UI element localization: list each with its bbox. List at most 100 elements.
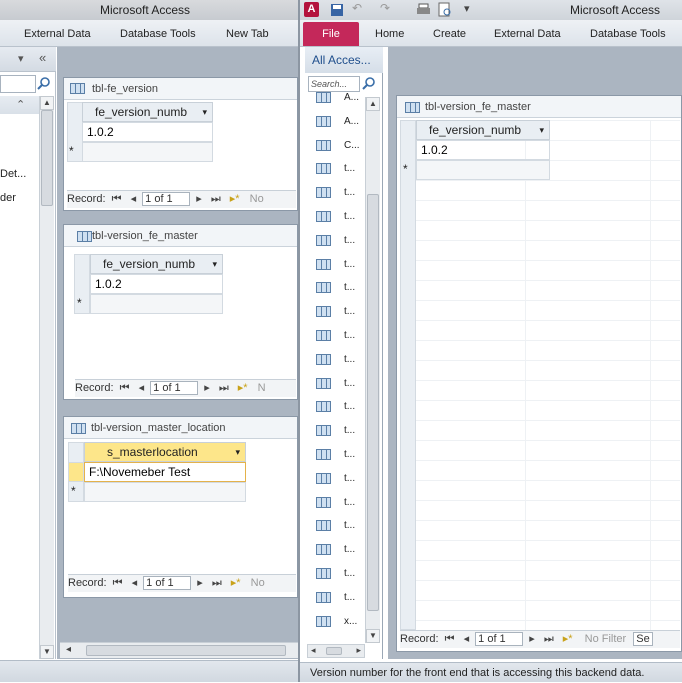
nav-pane-header[interactable]: All Acces...: [305, 47, 383, 73]
nav-object-item[interactable]: t...: [316, 445, 366, 465]
nav-object-item[interactable]: t...: [316, 255, 366, 275]
filter-status[interactable]: No: [251, 577, 265, 589]
first-record-icon[interactable]: ⏮: [445, 633, 455, 645]
tab-database-tools[interactable]: Database Tools: [590, 28, 666, 40]
file-tab-button[interactable]: File: [303, 22, 359, 46]
prev-record-icon[interactable]: ◂: [132, 577, 138, 589]
left-nav-section-header[interactable]: ⌃: [0, 96, 39, 114]
nav-object-item[interactable]: t...: [316, 326, 366, 346]
nav-object-item[interactable]: t...: [316, 183, 366, 203]
row-selector-column[interactable]: [400, 120, 416, 630]
new-record-button[interactable]: ▸*: [563, 633, 573, 645]
next-record-icon[interactable]: ▸: [197, 577, 203, 589]
first-record-icon[interactable]: ⏮: [120, 382, 130, 394]
scroll-down-button[interactable]: ▼: [40, 645, 54, 659]
column-header[interactable]: fe_version_numb ▾: [90, 254, 223, 274]
left-nav-scrollbar[interactable]: ▲ ▼: [39, 96, 54, 659]
nav-pane-horizontal-scrollbar[interactable]: ◂ ▸: [307, 644, 365, 658]
tab-create[interactable]: Create: [433, 28, 466, 40]
dropdown-icon[interactable]: ▾: [539, 121, 544, 140]
customize-toolbar-icon[interactable]: ▾: [464, 2, 470, 15]
chevron-up-icon[interactable]: ⌃: [16, 98, 25, 111]
first-record-icon[interactable]: ⏮: [113, 577, 123, 589]
search-box[interactable]: Se: [633, 632, 653, 646]
new-record-row[interactable]: [90, 294, 223, 314]
filter-status[interactable]: No Filter: [585, 633, 627, 645]
nav-object-item[interactable]: t...: [316, 516, 366, 536]
nav-collapse-icon[interactable]: «: [39, 50, 46, 65]
last-record-icon[interactable]: ⏭: [212, 577, 222, 589]
nav-object-item[interactable]: t...: [316, 540, 366, 560]
cell-value[interactable]: 1.0.2: [90, 274, 223, 294]
nav-item-der[interactable]: der: [0, 192, 16, 204]
new-record-row[interactable]: [84, 482, 246, 502]
scroll-thumb[interactable]: [41, 110, 53, 206]
nav-object-item[interactable]: C...: [316, 136, 366, 156]
prev-record-icon[interactable]: ◂: [131, 193, 137, 205]
new-record-button[interactable]: ▸*: [231, 577, 241, 589]
scroll-right-button[interactable]: ▸: [356, 645, 361, 656]
cell-value[interactable]: 1.0.2: [416, 140, 550, 160]
tab-home[interactable]: Home: [375, 28, 404, 40]
nav-object-item[interactable]: t...: [316, 231, 366, 251]
nav-object-item[interactable]: t...: [316, 564, 366, 584]
printer-icon[interactable]: [416, 3, 431, 17]
last-record-icon[interactable]: ⏭: [544, 633, 554, 645]
save-icon[interactable]: [330, 3, 344, 17]
nav-object-item[interactable]: x...: [316, 612, 366, 632]
record-position-input[interactable]: 1 of 1: [143, 576, 192, 591]
nav-object-item[interactable]: A...: [316, 88, 366, 108]
print-preview-icon[interactable]: [438, 2, 452, 18]
record-position-input[interactable]: 1 of 1: [475, 632, 524, 647]
nav-object-item[interactable]: t...: [316, 207, 366, 227]
record-position-input[interactable]: 1 of 1: [150, 381, 199, 396]
tab-external-data[interactable]: External Data: [494, 28, 561, 40]
nav-object-item[interactable]: t...: [316, 278, 366, 298]
column-header[interactable]: fe_version_numb ▾: [416, 120, 550, 140]
column-header[interactable]: fe_version_numb ▾: [82, 102, 213, 122]
search-icon[interactable]: [37, 77, 51, 91]
cell-value[interactable]: 1.0.2: [82, 122, 213, 142]
scroll-left-button[interactable]: ◂: [311, 645, 316, 656]
new-record-row[interactable]: [416, 160, 550, 180]
cell-value[interactable]: F:\Novemeber Test: [84, 462, 246, 482]
column-header[interactable]: s_masterlocation ▾: [84, 442, 246, 462]
filter-status[interactable]: N: [258, 382, 266, 394]
nav-pane-scrollbar[interactable]: ▲ ▼: [365, 97, 380, 643]
table-window-fe-version[interactable]: tbl-fe_version fe_version_numb ▾ 1.0.2 * …: [63, 77, 298, 211]
prev-record-icon[interactable]: ◂: [464, 633, 470, 645]
record-position-input[interactable]: 1 of 1: [142, 192, 191, 207]
dropdown-icon[interactable]: ▾: [202, 103, 207, 122]
scroll-down-button[interactable]: ▼: [366, 629, 380, 643]
scroll-left-button[interactable]: ◂: [66, 644, 71, 655]
left-horizontal-scrollbar[interactable]: ◂: [60, 642, 298, 658]
nav-object-item[interactable]: t...: [316, 469, 366, 489]
left-tab-external-data[interactable]: External Data: [24, 28, 91, 40]
table-window-version-master-location[interactable]: tbl-version_master_location s_masterloca…: [63, 416, 298, 598]
current-row-selector[interactable]: [68, 462, 84, 482]
scroll-thumb[interactable]: [326, 647, 342, 655]
next-record-icon[interactable]: ▸: [529, 633, 535, 645]
redo-icon[interactable]: ↷: [380, 1, 390, 15]
first-record-icon[interactable]: ⏮: [112, 193, 122, 205]
nav-object-item[interactable]: t...: [316, 493, 366, 513]
nav-item-det[interactable]: Det...: [0, 168, 26, 180]
undo-icon[interactable]: ↶: [352, 1, 362, 15]
nav-object-item[interactable]: t...: [316, 374, 366, 394]
nav-object-item[interactable]: t...: [316, 421, 366, 441]
nav-object-item[interactable]: t...: [316, 302, 366, 322]
dropdown-icon[interactable]: ▾: [212, 255, 217, 274]
new-record-row[interactable]: [82, 142, 213, 162]
filter-status[interactable]: No: [250, 193, 264, 205]
nav-dropdown-icon[interactable]: ▾: [18, 52, 24, 65]
nav-object-item[interactable]: t...: [316, 588, 366, 608]
new-record-button[interactable]: ▸*: [238, 382, 248, 394]
scroll-up-button[interactable]: ▲: [366, 97, 380, 111]
prev-record-icon[interactable]: ◂: [139, 382, 145, 394]
next-record-icon[interactable]: ▸: [204, 382, 210, 394]
left-tab-new-tab[interactable]: New Tab: [226, 28, 269, 40]
left-tab-database-tools[interactable]: Database Tools: [120, 28, 196, 40]
table-window-version-fe-master-right[interactable]: tbl-version_fe_master fe_version_numb ▾ 1…: [396, 95, 682, 652]
nav-object-item[interactable]: t...: [316, 397, 366, 417]
nav-object-item[interactable]: A...: [316, 112, 366, 132]
